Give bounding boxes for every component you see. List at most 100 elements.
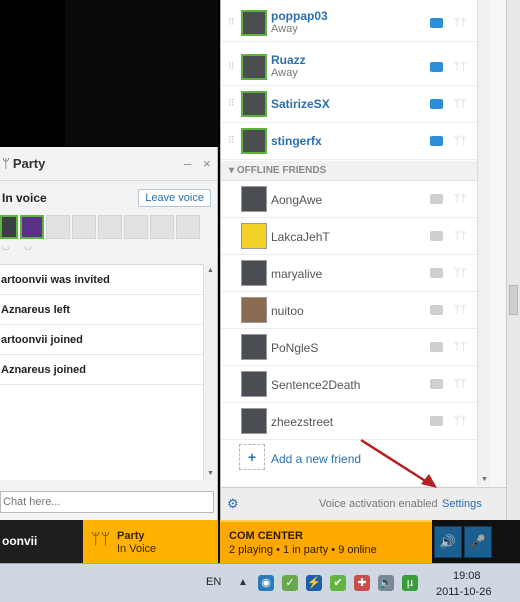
voice-activation-status: Voice activation enabled: [319, 498, 438, 510]
member-avatar[interactable]: [0, 215, 18, 239]
drag-handle-icon[interactable]: ⠿: [228, 135, 235, 146]
chat-icon[interactable]: [430, 305, 443, 315]
chat-icon[interactable]: [430, 416, 443, 426]
utorrent-icon[interactable]: µ: [402, 575, 418, 591]
invite-party-icon[interactable]: ᛘᛘ: [454, 98, 467, 110]
scroll-up-icon[interactable]: ▲: [207, 267, 214, 274]
party-icon: ᛘᛘ: [91, 531, 111, 548]
avatar: [241, 223, 267, 249]
offline-friends-header: ▾ OFFLINE FRIENDS: [221, 161, 477, 181]
chat-icon[interactable]: [430, 231, 443, 241]
add-friend-link[interactable]: Add a new friend: [271, 452, 361, 466]
chat-icon[interactable]: [430, 62, 443, 72]
language-indicator[interactable]: EN: [206, 576, 221, 588]
event-item: artoonvii joined: [0, 325, 203, 355]
event-scrollbar[interactable]: ▲ ▼: [203, 264, 217, 480]
friend-settings-icon[interactable]: ⚙: [227, 496, 239, 512]
friend-name: AongAwe: [271, 193, 323, 207]
chat-icon[interactable]: [430, 379, 443, 389]
invite-party-icon[interactable]: ᛘᛘ: [454, 378, 467, 390]
window-scrollbar[interactable]: [506, 0, 520, 520]
friend-row[interactable]: LakcaJehT ᛘᛘ: [221, 218, 477, 255]
clock-time[interactable]: 19:08: [453, 570, 481, 582]
party-tab-title: Party: [117, 530, 145, 542]
empty-slot: [98, 215, 122, 239]
leave-voice-button[interactable]: Leave voice: [138, 189, 211, 207]
add-friend-icon[interactable]: +: [239, 444, 265, 470]
invite-party-icon[interactable]: ᛘᛘ: [454, 304, 467, 316]
chat-icon[interactable]: [430, 99, 443, 109]
chat-input[interactable]: [0, 491, 214, 513]
com-center-tab[interactable]: COM CENTER 2 playing • 1 in party • 9 on…: [220, 520, 432, 563]
avatar: [241, 371, 267, 397]
friend-name: zheezstreet: [271, 415, 334, 429]
friend-row[interactable]: ⠿ stingerfx ᛘᛘ: [221, 123, 477, 160]
scroll-down-icon[interactable]: ▼: [207, 470, 214, 477]
friend-row[interactable]: ⠿ SatirizeSX ᛘᛘ: [221, 86, 477, 123]
friend-row[interactable]: ⠿ poppap03 Away ᛘᛘ: [221, 5, 477, 42]
friend-row[interactable]: nuitoo ᛘᛘ: [221, 292, 477, 329]
drag-handle-icon[interactable]: ⠿: [228, 61, 235, 72]
invite-party-icon[interactable]: ᛘᛘ: [454, 135, 467, 147]
invite-party-icon[interactable]: ᛘᛘ: [454, 17, 467, 29]
voice-slots: [0, 215, 217, 241]
chat-icon[interactable]: [430, 194, 443, 204]
tray-app-icon[interactable]: ✔: [330, 575, 346, 591]
invite-party-icon[interactable]: ᛘᛘ: [454, 193, 467, 205]
settings-link[interactable]: Settings: [442, 498, 482, 510]
avatar: [241, 260, 267, 286]
microphone-icon[interactable]: 🎤: [464, 526, 492, 558]
drag-handle-icon[interactable]: ⠿: [228, 17, 235, 28]
friend-name: poppap03: [271, 9, 328, 23]
friends-scrollbar[interactable]: ▼: [477, 0, 490, 486]
chat-icon[interactable]: [430, 342, 443, 352]
event-item: Aznareus joined: [0, 355, 203, 385]
friend-name: LakcaJehT: [271, 230, 330, 244]
friend-row[interactable]: AongAwe ᛘᛘ: [221, 181, 477, 218]
empty-slot: [72, 215, 96, 239]
speaker-icon[interactable]: 🔊: [434, 526, 462, 558]
friend-row[interactable]: PoNgleS ᛘᛘ: [221, 329, 477, 366]
volume-icon[interactable]: 🔈: [378, 575, 394, 591]
member-avatar[interactable]: [20, 215, 44, 239]
chat-icon[interactable]: [430, 136, 443, 146]
offline-header-label: OFFLINE FRIENDS: [236, 165, 327, 176]
friend-row[interactable]: ⠿ Ruazz Away ᛘᛘ: [221, 49, 477, 86]
close-icon[interactable]: ×: [203, 156, 211, 171]
avatar: [241, 297, 267, 323]
scroll-down-icon[interactable]: ▼: [481, 476, 488, 483]
avatar: [241, 10, 267, 36]
minimize-icon[interactable]: –: [184, 156, 191, 171]
avatar: [241, 54, 267, 80]
talking-icon: ◡: [23, 241, 32, 251]
party-title: Party: [12, 156, 46, 171]
taskbar: EN ▲ ◉ ✓ ⚡ ✔ ✚ 🔈 µ 19:08 2011-10-26: [0, 563, 520, 602]
invite-party-icon[interactable]: ᛘᛘ: [454, 267, 467, 279]
in-voice-label: In voice: [2, 191, 47, 205]
friend-name: Ruazz: [271, 53, 306, 67]
invite-party-icon[interactable]: ᛘᛘ: [454, 61, 467, 73]
chat-icon[interactable]: [430, 18, 443, 28]
invite-party-icon[interactable]: ᛘᛘ: [454, 230, 467, 242]
invite-party-icon[interactable]: ᛘᛘ: [454, 415, 467, 427]
tray-app-icon[interactable]: ✚: [354, 575, 370, 591]
chat-icon[interactable]: [430, 268, 443, 278]
user-tab[interactable]: oonvii: [0, 520, 83, 563]
background-pane: [65, 0, 218, 146]
drag-handle-icon[interactable]: ⠿: [228, 98, 235, 109]
tray-app-icon[interactable]: ✓: [282, 575, 298, 591]
arrow-annotation: [360, 438, 437, 488]
clock-date[interactable]: 2011-10-26: [436, 586, 491, 598]
invite-party-icon[interactable]: ᛘᛘ: [454, 341, 467, 353]
friend-row[interactable]: Sentence2Death ᛘᛘ: [221, 366, 477, 403]
friend-name: nuitoo: [271, 304, 304, 318]
talking-icon: ◡: [2, 241, 10, 251]
tray-app-icon[interactable]: ⚡: [306, 575, 322, 591]
tray-app-icon[interactable]: ◉: [258, 575, 274, 591]
friend-name: SatirizeSX: [271, 97, 330, 111]
scroll-thumb[interactable]: [509, 285, 518, 315]
party-tab-status: In Voice: [117, 543, 157, 555]
friend-row[interactable]: maryalive ᛘᛘ: [221, 255, 477, 292]
party-tab[interactable]: ᛘᛘ Party In Voice: [83, 520, 218, 563]
show-hidden-icons[interactable]: ▲: [238, 577, 248, 588]
